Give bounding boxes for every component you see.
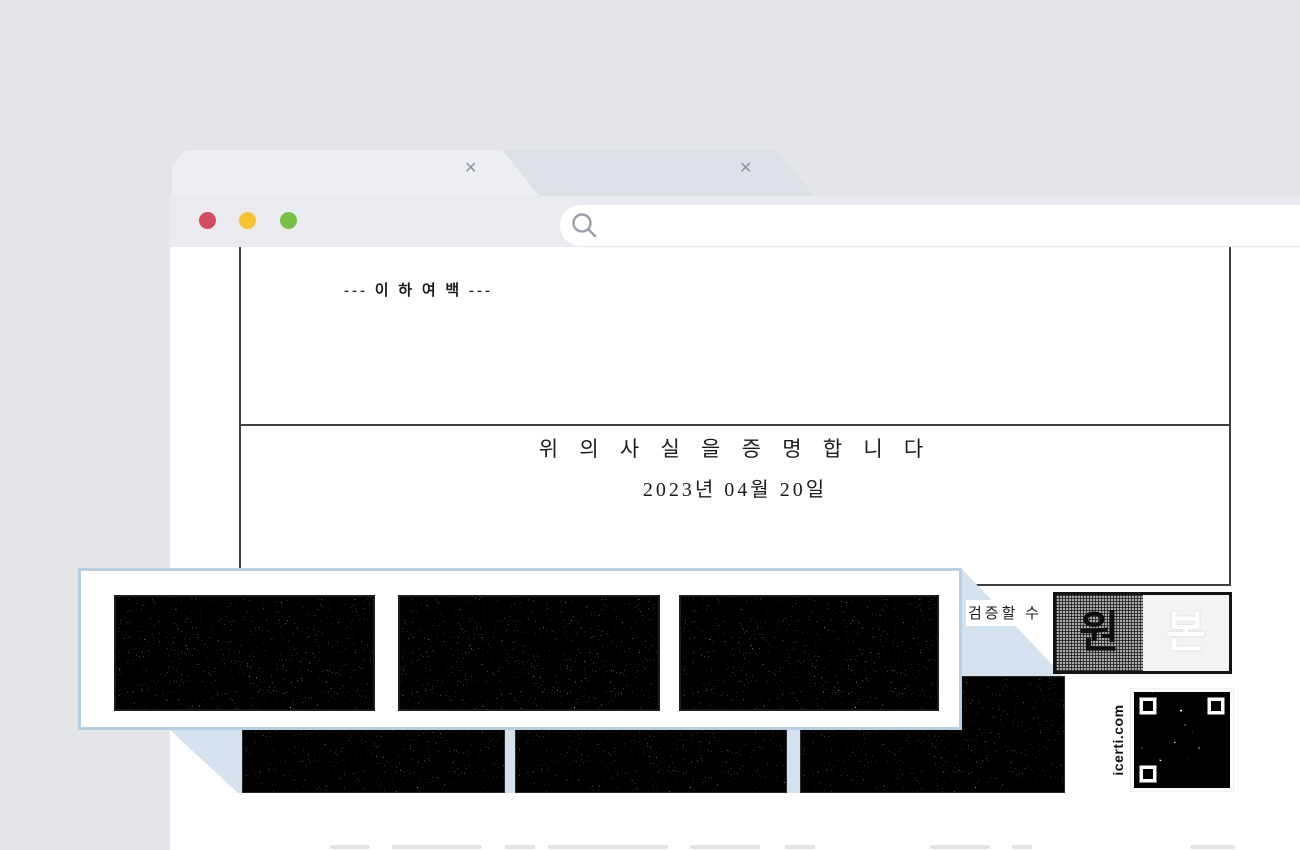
document-right-border: [1229, 247, 1231, 585]
stamp-char-won: 원: [1079, 611, 1119, 655]
browser-toolbar: [170, 196, 1300, 247]
cutoff-text-remnant: [1012, 845, 1032, 849]
blank-below-marker: --- 이 하 여 백 ---: [344, 279, 493, 300]
window-zoom-button[interactable]: [280, 212, 297, 229]
qr-code: [1130, 688, 1234, 792]
cutoff-text-remnant: [785, 845, 815, 849]
page: ✕ ✕ --- 이 하 여 백 --- 위 의 사 실 을 증 명 합 니 다 …: [0, 0, 1300, 850]
cutoff-text-remnant: [505, 845, 535, 849]
certify-statement: 위 의 사 실 을 증 명 합 니 다: [539, 433, 931, 463]
magnified-security-callout: [78, 568, 962, 730]
magnified-pattern-block: [398, 595, 660, 711]
cutoff-text-remnant: [930, 845, 990, 849]
stamp-light-half: 본: [1143, 595, 1230, 671]
window-minimize-button[interactable]: [239, 212, 256, 229]
issue-date: 2023년 04월 20일: [643, 473, 827, 502]
search-input[interactable]: [560, 205, 1300, 246]
document-left-border: [239, 247, 241, 570]
verification-text-fragment: 검증할 수: [966, 600, 1050, 626]
document-divider-line: [239, 424, 1231, 426]
tab-close-icon[interactable]: ✕: [739, 161, 752, 177]
cutoff-text-remnant: [1190, 845, 1235, 849]
magnified-pattern-block: [114, 595, 375, 711]
stamp-char-bon: 본: [1166, 611, 1206, 655]
tab-close-icon[interactable]: ✕: [464, 161, 477, 177]
magnified-pattern-block: [679, 595, 939, 711]
original-copy-protection-stamp: 원 본: [1053, 592, 1232, 674]
cutoff-text-remnant: [392, 845, 482, 849]
stamp-dark-half: 원: [1056, 595, 1143, 671]
window-close-button[interactable]: [199, 212, 216, 229]
cutoff-text-remnant: [330, 845, 370, 849]
cutoff-text-remnant: [548, 845, 668, 849]
browser-tab-active[interactable]: ✕: [172, 150, 540, 197]
cutoff-text-remnant: [690, 845, 760, 849]
